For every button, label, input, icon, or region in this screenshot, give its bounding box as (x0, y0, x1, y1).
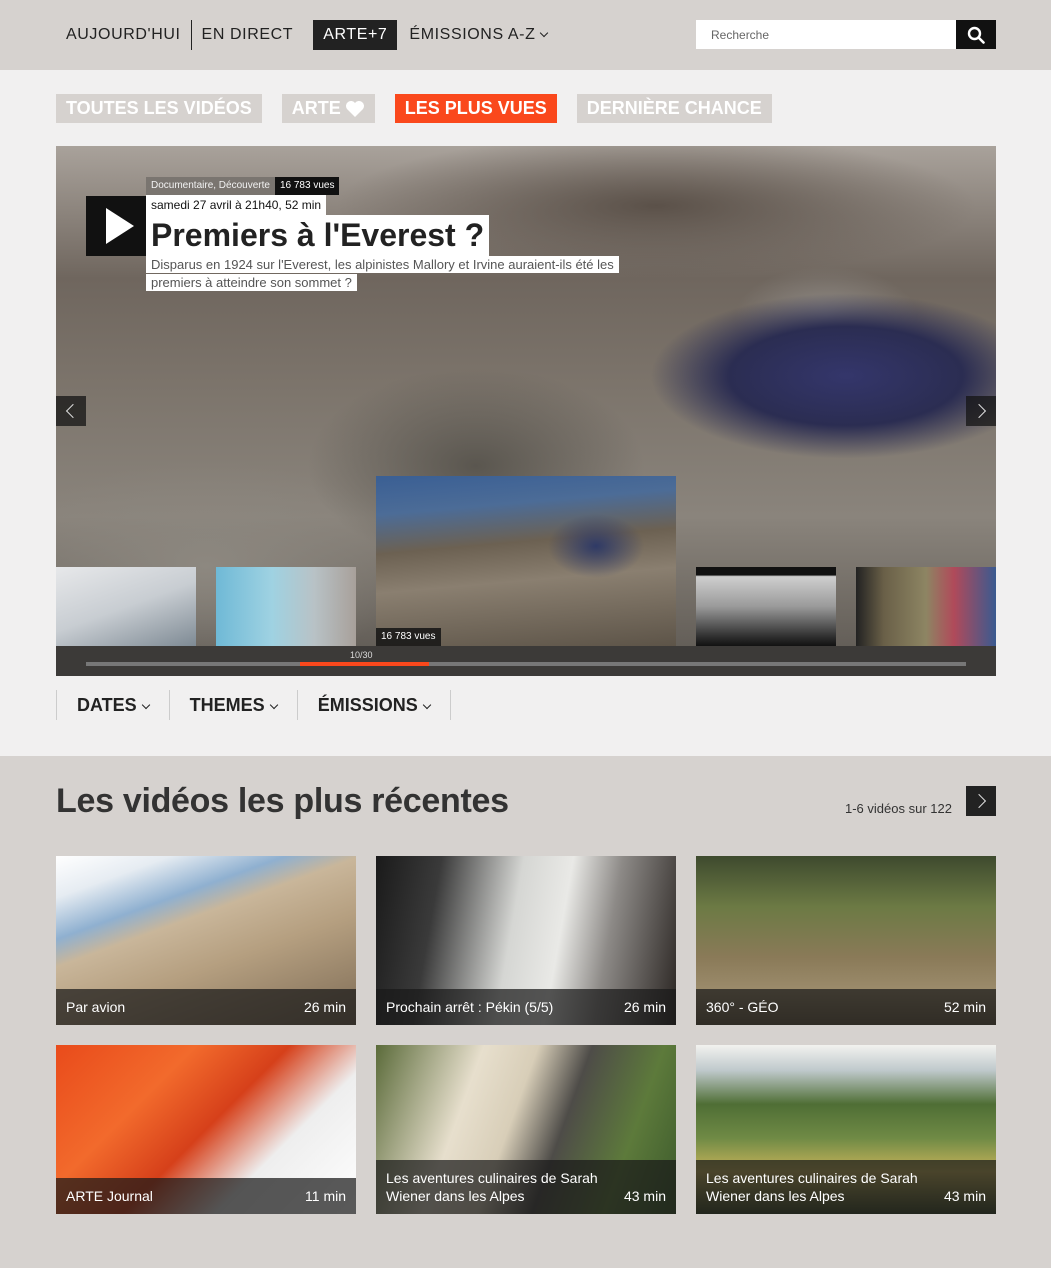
nav-item-emissions-label: ÉMISSIONS A-Z (409, 26, 536, 43)
chevron-down-icon (540, 28, 549, 38)
video-caption: Les aventures culinaires de Sarah Wiener… (696, 1160, 996, 1214)
hero-views: 16 783 vues (274, 177, 340, 195)
carousel-thumb[interactable] (56, 567, 196, 646)
carousel-prev-button[interactable] (56, 396, 86, 426)
top-bar: AUJOURD'HUI EN DIRECT ARTE+7 ÉMISSIONS A… (0, 0, 1051, 70)
carousel-counter: 10/30 (350, 650, 373, 660)
hero-description: Disparus en 1924 sur l'Everest, les alpi… (146, 256, 626, 292)
filter-les-plus-vues[interactable]: LES PLUS VUES (394, 94, 557, 123)
filter-arte-label: ARTE (291, 98, 341, 118)
nav-item-en-direct[interactable]: EN DIRECT (192, 20, 304, 50)
carousel-thumb[interactable] (216, 567, 356, 646)
hero-title[interactable]: Premiers à l'Everest ? (146, 215, 490, 256)
filter-derniere-chance[interactable]: DERNIÈRE CHANCE (576, 94, 772, 123)
progress-fill (300, 662, 430, 666)
video-title: ARTE Journal (66, 1188, 153, 1204)
menu-themes-label: THEMES (189, 695, 265, 715)
menu-dates-label: DATES (77, 695, 137, 715)
search-input[interactable] (696, 20, 956, 49)
dropdown-menus: DATES THEMES ÉMISSIONS (56, 690, 451, 720)
hero-meta: Documentaire, Découverte 16 783 vues (146, 177, 340, 195)
carousel-thumb-selected[interactable]: 16 783 vues (376, 476, 676, 646)
nav-item-emissions-a-z[interactable]: ÉMISSIONS A-Z (399, 20, 557, 50)
video-card[interactable]: 360° - GÉO 52 min (696, 856, 996, 1025)
filter-tabs: TOUTES LES VIDÉOS ARTE LES PLUS VUES DER… (56, 94, 792, 123)
menu-emissions-label: ÉMISSIONS (317, 695, 418, 715)
video-duration: 26 min (303, 999, 346, 1015)
video-duration: 11 min (305, 1188, 346, 1204)
filter-arte[interactable]: ARTE (281, 94, 375, 123)
nav-item-aujourdhui[interactable]: AUJOURD'HUI (56, 20, 192, 50)
chevron-down-icon (141, 700, 150, 710)
featured-section: TOUTES LES VIDÉOS ARTE LES PLUS VUES DER… (0, 70, 1051, 756)
video-card[interactable]: ARTE Journal 11 min (56, 1045, 356, 1214)
carousel-thumb[interactable] (696, 567, 836, 646)
video-title: Prochain arrêt : Pékin (5/5) (386, 999, 554, 1015)
video-caption: ARTE Journal 11 min (56, 1178, 356, 1214)
video-caption: 360° - GÉO 52 min (696, 989, 996, 1025)
carousel-progress: 10/30 (56, 646, 996, 676)
nav-item-arte-plus-7[interactable]: ARTE+7 (313, 20, 398, 50)
menu-themes[interactable]: THEMES (170, 690, 298, 720)
video-duration: 52 min (943, 999, 986, 1015)
carousel-thumb[interactable] (856, 567, 996, 646)
hero-carousel: Documentaire, Découverte 16 783 vues sam… (56, 146, 996, 676)
video-duration: 43 min (623, 1188, 666, 1204)
menu-emissions[interactable]: ÉMISSIONS (298, 690, 451, 720)
menu-dates[interactable]: DATES (57, 690, 170, 720)
thumb-views: 16 783 vues (376, 628, 441, 646)
chevron-down-icon (269, 700, 278, 710)
video-caption: Les aventures culinaires de Sarah Wiener… (376, 1160, 676, 1214)
video-duration: 26 min (623, 999, 666, 1015)
section-title: Les vidéos les plus récentes (56, 782, 509, 820)
video-title: Les aventures culinaires de Sarah Wiener… (386, 1170, 598, 1204)
chevron-down-icon (422, 700, 431, 710)
hero-description-text: Disparus en 1924 sur l'Everest, les alpi… (146, 256, 619, 291)
search-box (696, 20, 996, 49)
heart-icon (345, 100, 364, 117)
hero-category: Documentaire, Découverte (146, 177, 275, 195)
video-card[interactable]: Les aventures culinaires de Sarah Wiener… (696, 1045, 996, 1214)
video-card[interactable]: Prochain arrêt : Pékin (5/5) 26 min (376, 856, 676, 1025)
video-caption: Prochain arrêt : Pékin (5/5) 26 min (376, 989, 676, 1025)
video-card[interactable]: Les aventures culinaires de Sarah Wiener… (376, 1045, 676, 1214)
progress-track[interactable] (86, 662, 966, 666)
video-count: 1-6 vidéos sur 122 (845, 801, 952, 816)
hero-date: samedi 27 avril à 21h40, 52 min (146, 195, 327, 215)
carousel-next-button[interactable] (966, 396, 996, 426)
video-title: 360° - GÉO (706, 999, 779, 1015)
search-icon (967, 26, 985, 44)
video-caption: Par avion 26 min (56, 989, 356, 1025)
search-button[interactable] (956, 20, 996, 49)
next-page-button[interactable] (966, 786, 996, 816)
video-duration: 43 min (943, 1188, 986, 1204)
filter-toutes-les-videos[interactable]: TOUTES LES VIDÉOS (56, 94, 262, 123)
video-title: Les aventures culinaires de Sarah Wiener… (706, 1170, 918, 1204)
play-button[interactable] (86, 196, 146, 256)
video-card[interactable]: Par avion 26 min (56, 856, 356, 1025)
video-title: Par avion (66, 999, 126, 1015)
main-nav: AUJOURD'HUI EN DIRECT ARTE+7 ÉMISSIONS A… (56, 20, 557, 50)
